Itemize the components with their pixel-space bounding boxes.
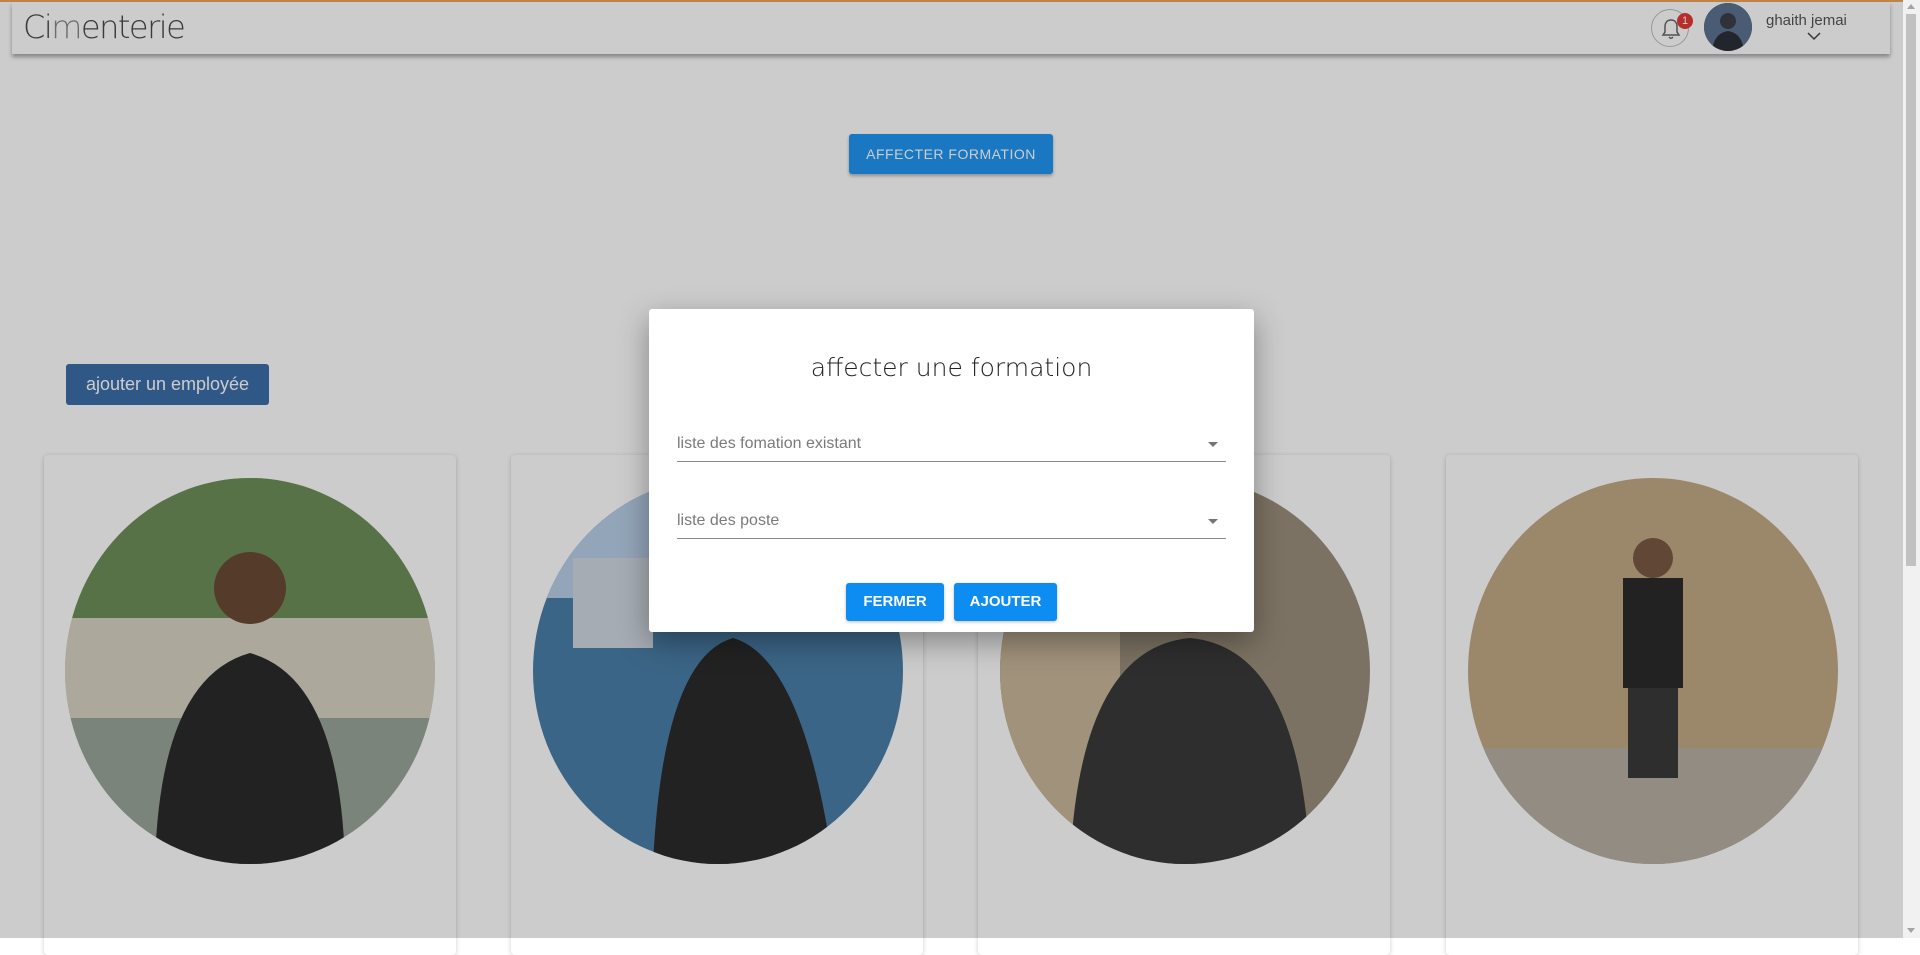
- dropdown-caret-icon: [1208, 519, 1218, 524]
- dropdown-caret-icon: [1208, 442, 1218, 447]
- close-button[interactable]: FERMER: [846, 583, 944, 621]
- add-button[interactable]: AJOUTER: [954, 583, 1057, 621]
- training-select-placeholder: liste des fomation existant: [677, 435, 862, 452]
- scrollbar-thumb[interactable]: [1906, 14, 1916, 566]
- post-select-placeholder: liste des poste: [677, 512, 780, 529]
- assign-training-dialog: affecter une formation liste des fomatio…: [649, 309, 1254, 632]
- post-select[interactable]: liste des poste: [677, 504, 1226, 539]
- scroll-up-arrow-icon[interactable]: [1907, 4, 1915, 9]
- dialog-title: affecter une formation: [810, 353, 1093, 382]
- training-select[interactable]: liste des fomation existant: [677, 427, 1226, 462]
- scroll-down-arrow-icon[interactable]: [1907, 928, 1915, 933]
